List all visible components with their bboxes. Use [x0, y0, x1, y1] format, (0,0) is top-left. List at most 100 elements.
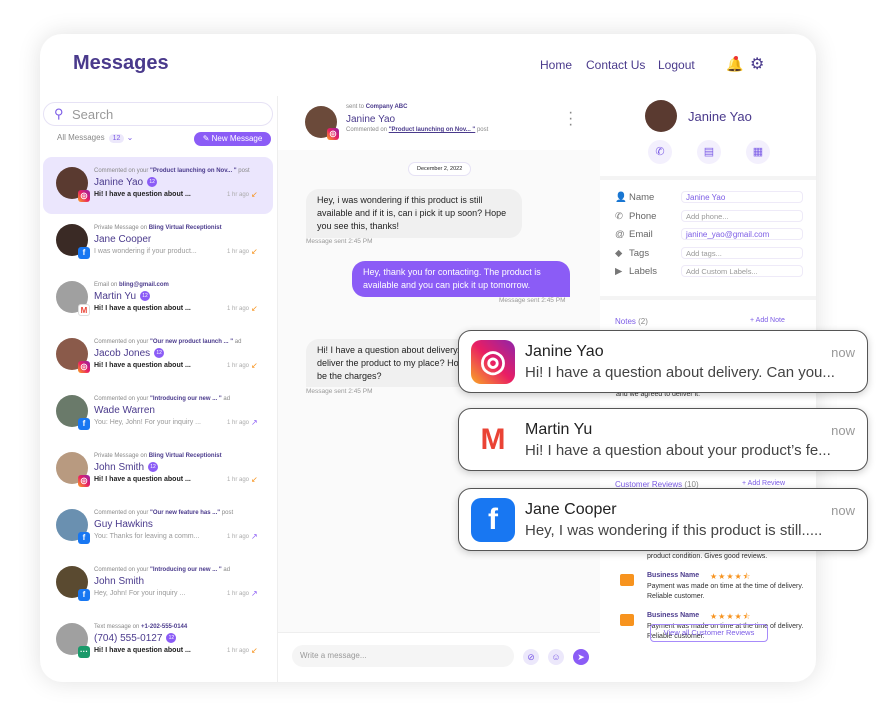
nav-logout[interactable]: Logout [658, 58, 695, 72]
message-preview: Hi! I have a question about ... [94, 362, 191, 369]
business-name: Business Name [647, 612, 700, 619]
search-input[interactable]: ⚲ Search [43, 102, 273, 126]
facebook-icon: f [78, 589, 90, 601]
conversation-source: Text message on +1-202-555-0144 [94, 624, 187, 630]
conversation-item[interactable]: M Email on bling@gmail.com Martin Yu 12 H… [43, 271, 273, 328]
conversation-item[interactable]: ◎ Commented on your "Our new product lau… [43, 328, 273, 385]
divider [600, 296, 816, 300]
facebook-icon: f [471, 498, 515, 542]
person-icon: 👤 [615, 192, 627, 203]
add-note-button[interactable]: + Add Note [750, 317, 785, 324]
notification-facebook[interactable]: f Jane Cooper now Hey, I was wondering if t… [458, 488, 868, 551]
timestamp: 1 hr ago [227, 420, 250, 426]
conversation-list: ◎ Commented on your "Product launching o… [43, 157, 273, 670]
timestamp: 1 hr ago [227, 477, 250, 483]
bell-icon[interactable]: 🔔 [726, 56, 743, 73]
source-link: "Introducing our new ... " [150, 396, 222, 402]
attachment-icon[interactable]: ⊘ [523, 649, 539, 665]
chevron-down-icon: ⌄ [126, 133, 134, 142]
calendar-icon[interactable]: ▦ [746, 140, 770, 164]
incoming-arrow-icon: ↙ [251, 190, 258, 199]
contact-field-labels: ▶ Labels Add Custom Labels... [615, 265, 815, 280]
message-timestamp: Message sent 2:45 PM [306, 238, 373, 245]
nav-home[interactable]: Home [540, 58, 572, 72]
notification-text: Hi! I have a question about delivery. Ca… [525, 364, 835, 381]
field-input[interactable]: Add Custom Labels... [681, 265, 803, 277]
instagram-icon: ◎ [327, 128, 339, 140]
conversation-name: (704) 555-0127 12 [94, 633, 177, 644]
nav-contact-us[interactable]: Contact Us [586, 58, 645, 72]
call-icon[interactable]: ✆ [648, 140, 672, 164]
new-message-label: New Message [211, 134, 263, 143]
conversation-item[interactable]: f Commented on your "Introducing our new… [43, 385, 273, 442]
conversation-item[interactable]: f Private Message on Bling Virtual Recep… [43, 214, 273, 271]
emoji-icon[interactable]: ☺ [548, 649, 564, 665]
send-icon[interactable]: ➤ [573, 649, 589, 665]
source-label: Commented on your [94, 339, 149, 345]
source-type: ad [234, 339, 242, 345]
conversation-item[interactable]: ◎ Commented on your "Product launching o… [43, 157, 273, 214]
date-divider: December 2, 2022 [408, 162, 472, 176]
timestamp: 1 hr ago [227, 306, 250, 312]
gmail-icon: M [78, 304, 90, 316]
conversation-item[interactable]: f Commented on your "Introducing our new… [43, 556, 273, 613]
conversation-source: Private Message on Bling Virtual Recepti… [94, 453, 222, 459]
unread-badge: 12 [147, 177, 158, 188]
conversation-source: Commented on your "Product launching on … [94, 168, 250, 174]
notification-gmail[interactable]: M Martin Yu now Hi! I have a question about… [458, 408, 868, 471]
filter-dropdown[interactable]: All Messages 12 ⌄ [57, 133, 133, 143]
at-icon: @ [615, 229, 625, 240]
facebook-icon: f [78, 418, 90, 430]
notification-time: now [831, 423, 855, 438]
conversation-name: Guy Hawkins [94, 519, 153, 530]
filter-count: 12 [108, 134, 125, 143]
instagram-icon: ◎ [78, 361, 90, 373]
unread-badge: 12 [148, 462, 159, 473]
contact-name: John Smith [94, 576, 145, 587]
gear-icon[interactable]: ⚙ [750, 54, 764, 74]
unread-badge: 12 [154, 348, 165, 359]
chat-icon[interactable]: ▤ [697, 140, 721, 164]
source-type: post [238, 168, 250, 174]
field-label: Name [629, 192, 655, 203]
notes-label: Notes [615, 317, 636, 326]
view-all-reviews-button[interactable]: View all Customer Reviews [650, 624, 768, 642]
add-review-button[interactable]: + Add Review [742, 480, 785, 487]
contact-name: Guy Hawkins [94, 519, 153, 530]
source-label: Private Message on [94, 225, 148, 231]
notification-instagram[interactable]: ◎ Janine Yao now Hi! I have a question abou… [458, 330, 868, 393]
source-type: ad [223, 567, 231, 573]
outgoing-arrow-icon: ↗ [251, 418, 258, 427]
compose-icon: ✎ [202, 134, 210, 143]
conversation-item[interactable]: ··· Text message on +1-202-555-0144 (704… [43, 613, 273, 670]
conversation-item[interactable]: f Commented on your "Our new feature has… [43, 499, 273, 556]
conversation-list-panel: ⚲ Search All Messages 12 ⌄ ✎ New Message ◎… [40, 96, 278, 682]
facebook-icon: f [78, 532, 90, 544]
field-input[interactable]: Add phone... [681, 209, 803, 222]
message-input[interactable]: Write a message... [292, 645, 514, 667]
incoming-arrow-icon: ↙ [251, 304, 258, 313]
search-placeholder: Search [72, 107, 114, 122]
contact-name: Martin Yu [94, 291, 137, 302]
field-input[interactable]: Janine Yao [681, 191, 803, 203]
contact-field-tags: ◆ Tags Add tags... [615, 246, 815, 262]
commented-on-label: Commented on [346, 127, 388, 133]
contact-name: Jane Cooper [94, 234, 152, 245]
more-options-icon[interactable]: · · · [568, 105, 573, 133]
conversation-item[interactable]: ◎ Private Message on Bling Virtual Recep… [43, 442, 273, 499]
incoming-arrow-icon: ↙ [251, 247, 258, 256]
notification-time: now [831, 345, 855, 360]
source-link: +1-202-555-0144 [141, 624, 188, 630]
notification-time: now [831, 503, 855, 518]
contact-name: Janine Yao [94, 177, 144, 188]
source-label: Commented on your [94, 168, 149, 174]
incoming-arrow-icon: ↙ [251, 361, 258, 370]
new-message-button[interactable]: ✎ New Message [194, 132, 271, 146]
message-preview: Hi! I have a question about ... [94, 476, 191, 483]
conversation-source: Commented on your "Our new product launc… [94, 339, 241, 345]
field-input[interactable]: janine_yao@gmail.com [681, 228, 803, 240]
conversation-name: Janine Yao 12 [94, 177, 158, 188]
field-input[interactable]: Add tags... [681, 246, 803, 259]
avatar [645, 100, 677, 132]
post-link[interactable]: "Product launching on Nov... " [389, 127, 476, 133]
